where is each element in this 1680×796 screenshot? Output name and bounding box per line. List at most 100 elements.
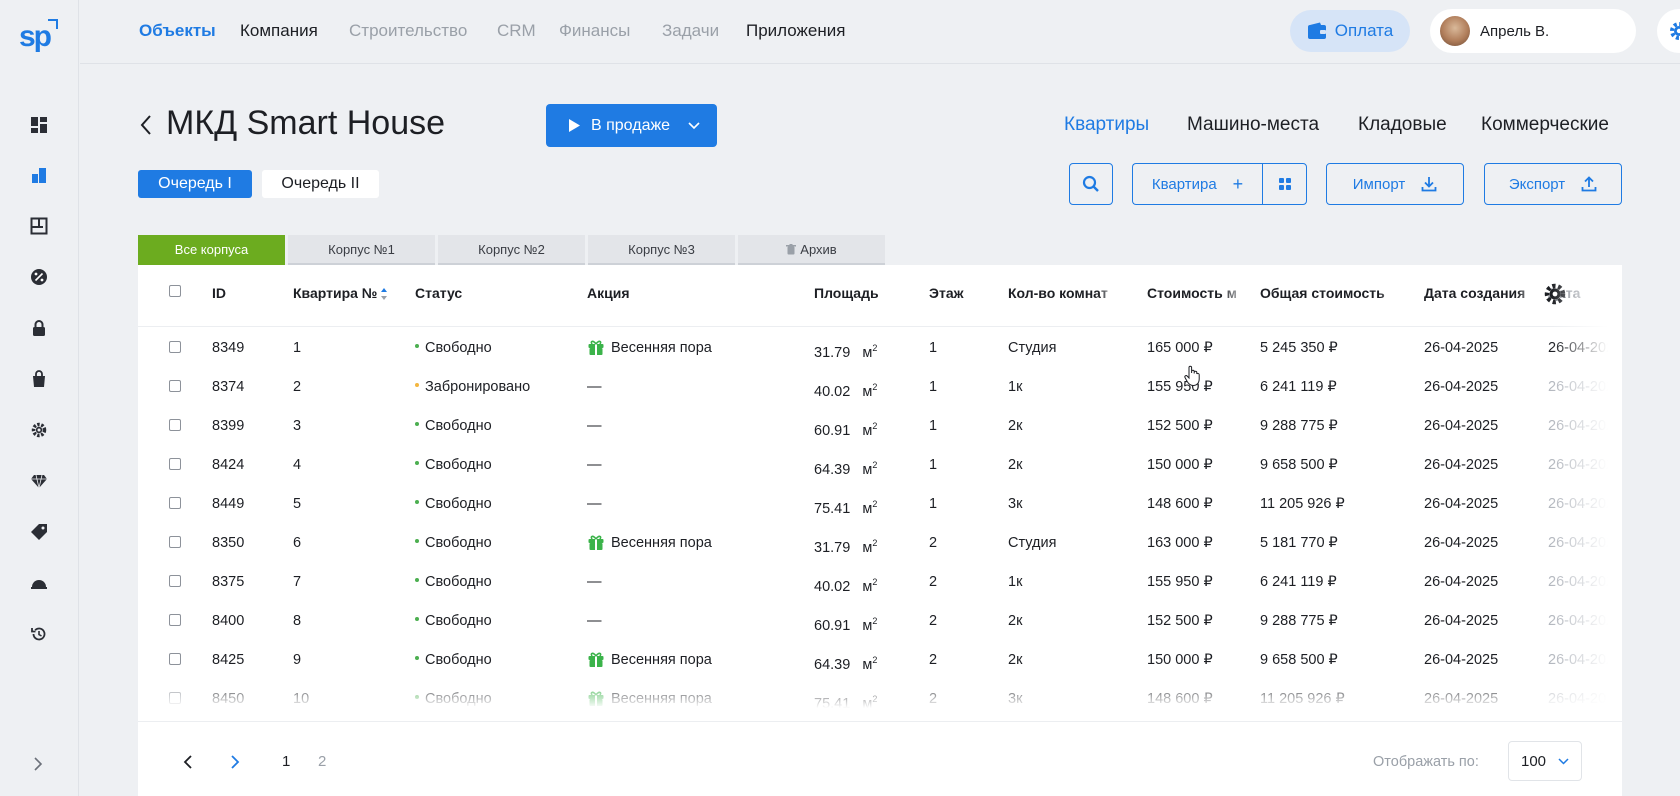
diamond-icon[interactable] [30,472,48,490]
grid-view-button[interactable] [1262,163,1307,205]
cell-total: 11 205 926 ₽ [1260,691,1345,707]
bag-icon[interactable] [30,370,48,388]
prev-page-button[interactable] [183,755,193,769]
col-floor[interactable]: Этаж [929,285,964,301]
nav-apps[interactable]: Приложения [746,21,845,41]
cell-status: Свободно [415,651,492,669]
page-2[interactable]: 2 [318,753,326,770]
area-unit-text: м [862,461,873,478]
select-all-checkbox[interactable] [169,285,181,297]
col-status[interactable]: Статус [415,285,462,301]
row-checkbox[interactable] [169,575,181,587]
nav-company[interactable]: Компания [240,21,318,41]
status-text: Свободно [425,691,492,707]
building-tab-all[interactable]: Все корпуса [138,235,285,265]
row-checkbox[interactable] [169,341,181,353]
table-row[interactable]: 8375 7 Свободно —40.02 м2 2 1к 155 950 ₽6 241 … [138,573,1622,612]
table-row[interactable]: 8424 4 Свободно — 64.39 м2 1 2к 150 000 ₽ 9 658 … [138,456,1622,495]
table-row[interactable]: 8350 6 Свободно Весенняя пора 31.79 м2 2 Студи… [138,534,1622,573]
table-row[interactable]: 8449 5 Свободно — 75.41 м2 1 3к 148 600 ₽ 11 205… [138,495,1622,534]
row-checkbox[interactable] [169,536,181,548]
area-unit-exponent: 2 [872,382,878,392]
sidebar-expand-icon[interactable] [30,756,46,772]
tab-apartments[interactable]: Квартиры [1064,114,1149,136]
status-dot [415,656,419,661]
col-price-m2[interactable]: Стоимость м [1147,285,1247,301]
row-checkbox[interactable] [169,458,181,470]
col-apartment[interactable]: Квартира № [293,285,388,301]
area-unit-text: м [862,578,873,595]
gear-icon[interactable] [30,421,48,439]
cell-updated: 26-04-2025 [1548,340,1622,356]
table-row[interactable]: 8400 8 Свободно —60.91 м2 2 2к 152 500 ₽9 288 … [138,612,1622,651]
percent-icon[interactable] [30,268,48,286]
row-checkbox[interactable] [169,692,181,704]
tag-icon[interactable] [30,523,48,541]
col-rooms[interactable]: Кол-во комнат [1008,285,1120,301]
col-total[interactable]: Общая стоимость [1260,285,1400,301]
table-header: ID Квартира № Статус Акция Площадь Этаж … [138,265,1622,327]
area-unit: м2 [862,655,877,673]
building-tab-3[interactable]: Корпус №3 [588,235,735,265]
lock-icon[interactable] [30,319,48,337]
row-checkbox[interactable] [169,653,181,665]
area-value: 31.79 [814,344,851,361]
settings-button[interactable] [1657,9,1680,53]
col-id[interactable]: ID [212,285,226,301]
columns-settings-button[interactable] [1543,282,1567,306]
add-apartment-button[interactable]: Квартира + [1132,163,1262,205]
nav-crm[interactable]: CRM [497,21,536,41]
row-checkbox[interactable] [169,614,181,626]
cell-created: 26-04-2025 [1424,652,1499,668]
nav-tasks[interactable]: Задачи [662,21,719,41]
table-row[interactable]: 8450 10 Свободно Весенняя пора 75.41 м2 2 3к 14… [138,690,1622,721]
nav-construction[interactable]: Строительство [349,21,467,41]
cell-id: 8399 [212,418,245,434]
logo[interactable]: sp [19,20,52,54]
building-tab-1[interactable]: Корпус №1 [288,235,435,265]
gift-icon [588,652,604,668]
tab-parking[interactable]: Машино-места [1187,114,1319,136]
status-dropdown[interactable]: В продаже [546,104,717,147]
area-unit-text: м [862,344,873,361]
col-promo[interactable]: Акция [587,285,630,301]
export-button[interactable]: Экспорт [1484,163,1622,205]
table-row[interactable]: 8425 9 Свободно Весенняя пора 64.39 м2 2 2к 150… [138,651,1622,690]
cell-rooms: Студия [1008,340,1057,356]
table-row[interactable]: 8349 1 Свободно Весенняя пора 31.79 м2 1 Студи… [138,339,1622,378]
status-dot [415,695,419,700]
row-checkbox[interactable] [169,419,181,431]
import-button[interactable]: Импорт [1326,163,1464,205]
area-unit-exponent: 2 [872,343,878,353]
building-tab-2[interactable]: Корпус №2 [438,235,585,265]
building-tab-archive[interactable]: Архив [738,235,885,265]
queue-1-button[interactable]: Очередь I [138,170,252,198]
col-created[interactable]: Дата создания [1424,285,1540,301]
row-checkbox[interactable] [169,497,181,509]
page-1[interactable]: 1 [282,753,290,770]
nav-objects[interactable]: Объекты [139,21,216,41]
history-icon[interactable] [30,625,48,643]
queue-2-button[interactable]: Очередь II [262,170,379,198]
tab-commercial[interactable]: Коммерческие [1481,114,1609,136]
nav-finance[interactable]: Финансы [559,21,630,41]
per-page-select[interactable]: 100 [1508,741,1582,781]
col-area[interactable]: Площадь [814,285,879,301]
dashboard-icon[interactable] [30,116,48,134]
tab-storage[interactable]: Кладовые [1358,114,1447,136]
row-checkbox[interactable] [169,380,181,392]
floorplan-icon[interactable] [30,217,48,235]
next-page-button[interactable] [230,755,240,769]
table-row[interactable]: 8399 3 Свободно — 60.91 м2 1 2к 152 500 ₽ 9 288 … [138,417,1622,456]
search-button[interactable] [1069,163,1113,205]
helmet-icon[interactable] [30,574,48,592]
cell-area: 31.79 м2 [814,339,877,362]
buildings-icon[interactable] [30,166,48,184]
trash-icon [786,243,797,254]
user-menu[interactable]: Апрель В. [1430,9,1636,53]
table-row[interactable]: 8374 2 Забронировано —40.02 м2 1 1к 155 950 ₽6… [138,378,1622,417]
pay-button[interactable]: Оплата [1290,10,1410,52]
cell-promo: — [587,417,602,435]
back-button[interactable] [139,114,153,136]
promo-text: — [587,496,602,512]
